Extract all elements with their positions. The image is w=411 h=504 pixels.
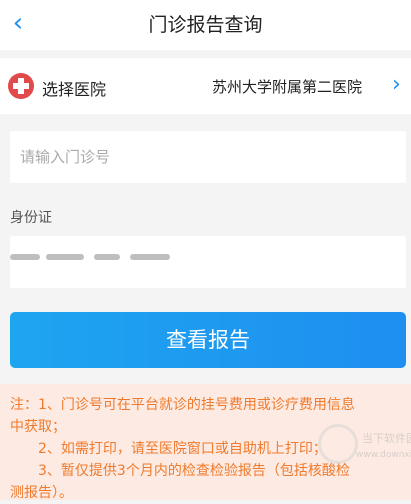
- watermark-url: www.downxia.com: [356, 450, 411, 460]
- note-line-2: 中获取；: [10, 419, 66, 435]
- nav-bar: ‹ 门诊报告查询: [0, 0, 411, 50]
- hospital-value: 苏州大学附属第二医院: [212, 78, 363, 96]
- clinic-number-input[interactable]: [10, 131, 406, 183]
- watermark: 当下软件园 www.downxia.com: [318, 420, 411, 500]
- view-report-button[interactable]: 查看报告: [10, 312, 406, 368]
- clinic-number-field[interactable]: [10, 131, 406, 183]
- id-card-masked-value: [10, 250, 185, 264]
- note-line-1: 注：1、门诊号可在平台就诊的挂号费用或诊疗费用信息: [10, 397, 355, 413]
- note-line-5: 测报告）。: [10, 485, 73, 501]
- note-line-4: 3、暂仅提供3个月内的检查检验报告（包括核酸检: [38, 463, 350, 479]
- chevron-right-icon: ›: [392, 72, 401, 97]
- note-line-3: 2、如需打印，请至医院窗口或自助机上打印；: [38, 441, 327, 457]
- hospital-selector[interactable]: 选择医院 苏州大学附属第二医院 ›: [0, 58, 411, 114]
- watermark-name: 当下软件园: [362, 432, 411, 445]
- medical-cross-icon: [8, 73, 34, 99]
- hospital-label: 选择医院: [42, 80, 107, 99]
- id-card-label: 身份证: [10, 210, 52, 226]
- watermark-logo-icon: [318, 424, 358, 464]
- page-title: 门诊报告查询: [148, 14, 263, 36]
